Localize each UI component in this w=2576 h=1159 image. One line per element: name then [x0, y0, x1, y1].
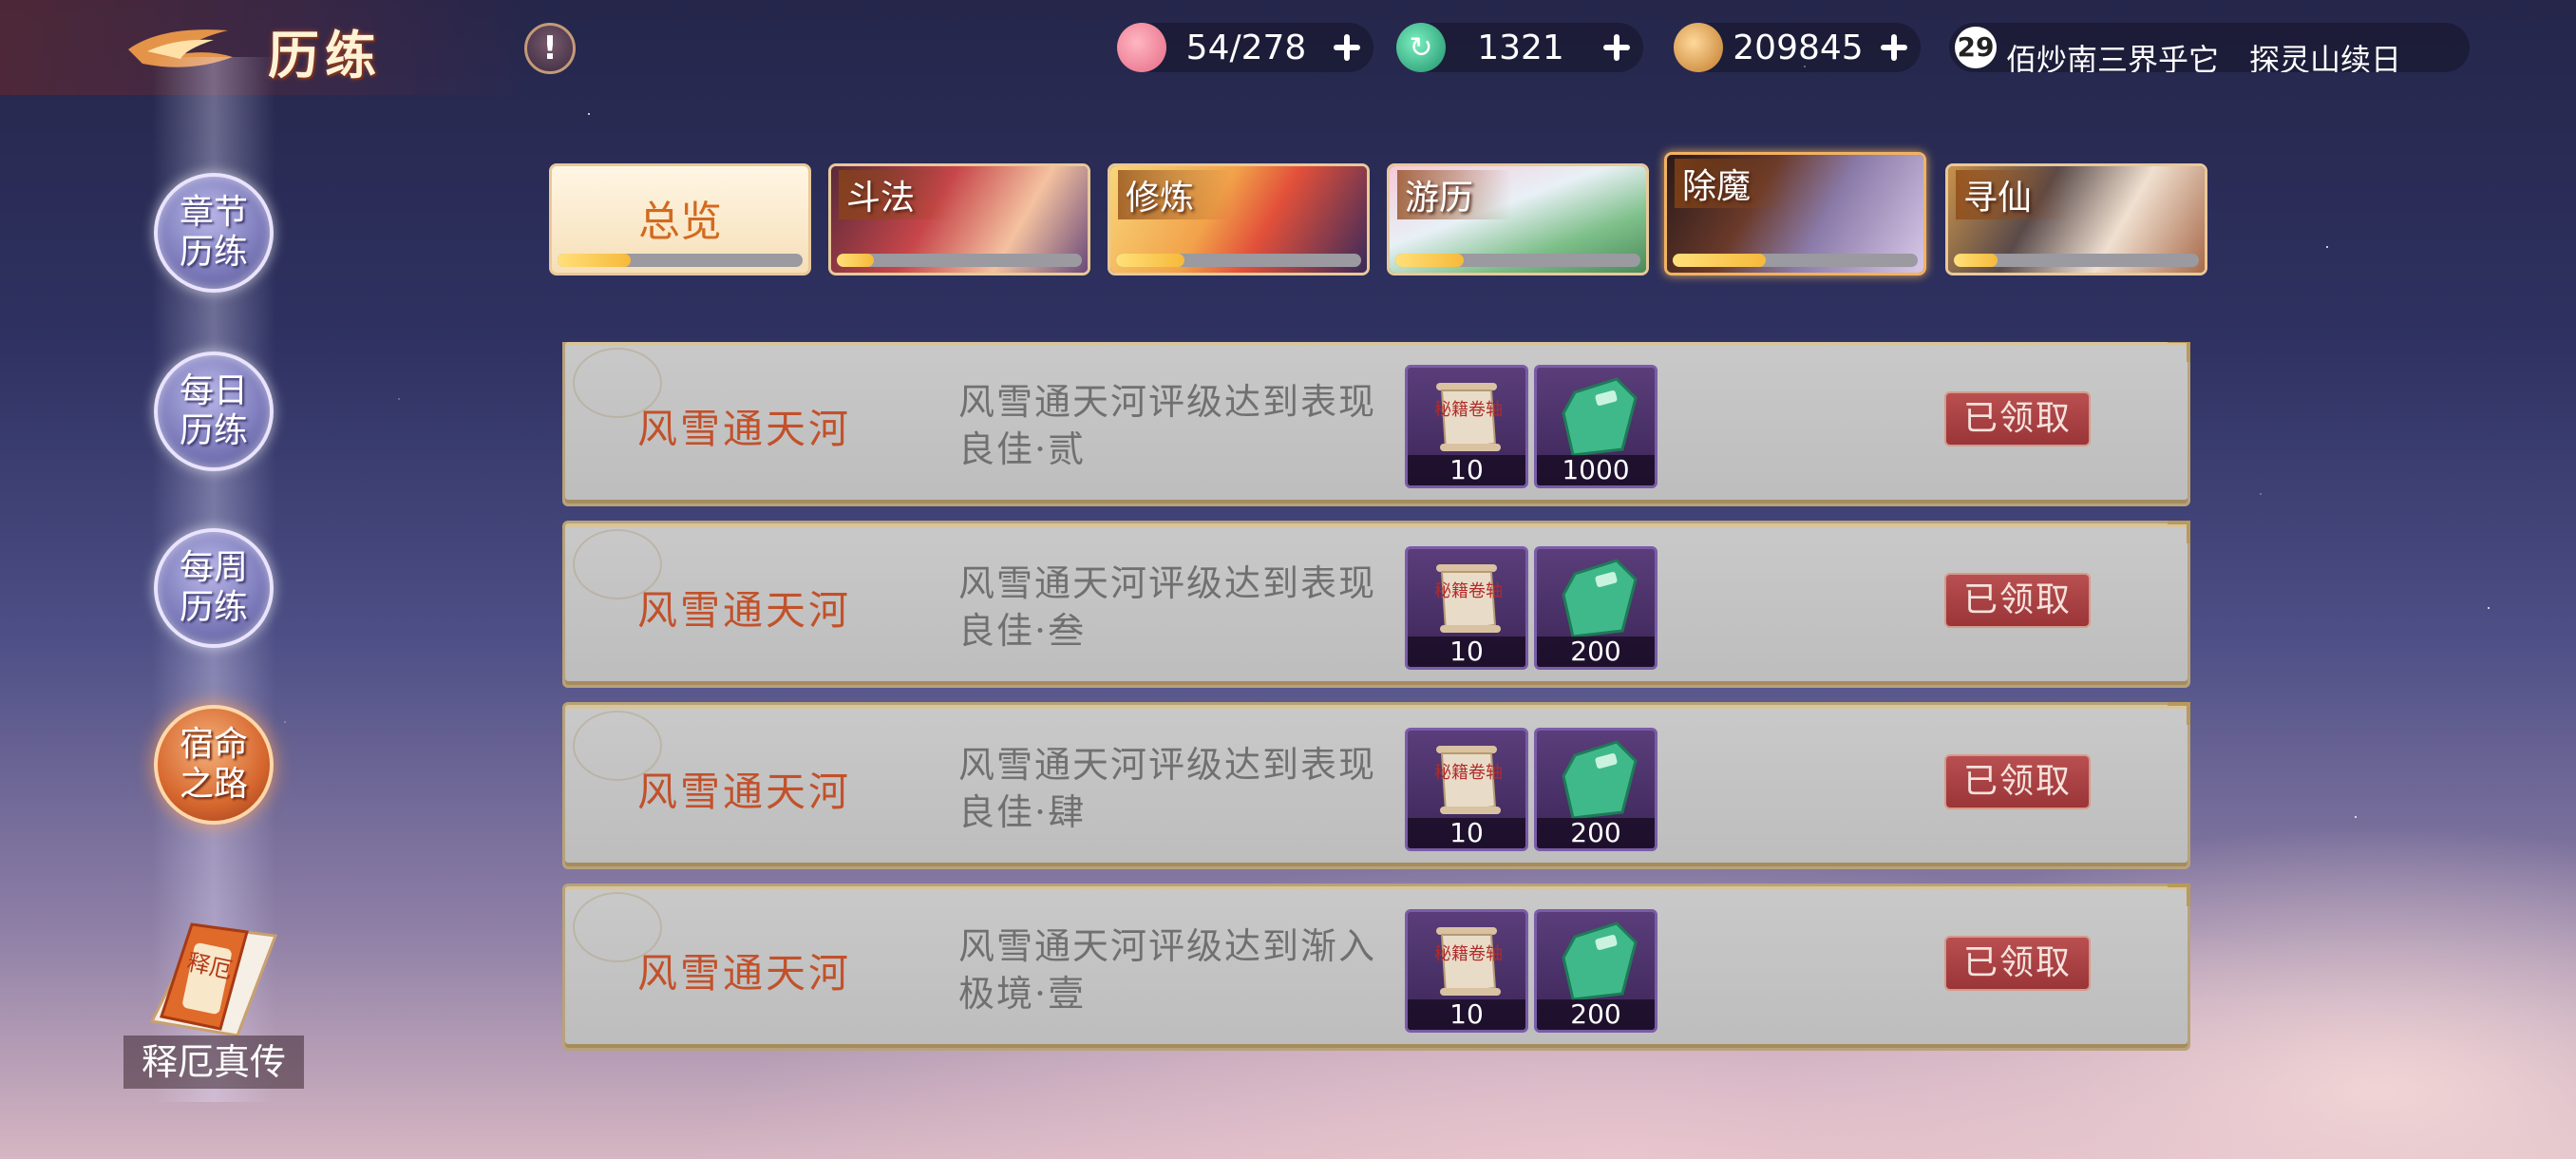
stamina-counter: 54/278	[1117, 23, 1373, 72]
task-row: 风雪通天河 风雪通天河评级达到表现良佳·叁 秘籍卷轴 10 200 已领取	[562, 521, 2190, 688]
tab-label: 修炼	[1118, 170, 1233, 219]
nav-destiny-road[interactable]: 宿命之路	[154, 705, 274, 825]
ticker-message: 佰炒南三界乎它 探灵山续日	[2006, 42, 2402, 72]
jade-token-icon	[1562, 559, 1638, 638]
claimed-button[interactable]: 已领取	[1944, 754, 2091, 809]
scroll-icon: 秘籍卷轴	[1434, 927, 1503, 996]
task-row: 风雪通天河 风雪通天河评级达到渐入极境·壹 秘籍卷轴 10 200 已领取	[562, 884, 2190, 1051]
jade-token-icon	[1562, 740, 1638, 820]
copper-coin-icon	[1674, 23, 1723, 72]
task-name: 风雪通天河	[637, 769, 852, 815]
tab-progress-fill	[1673, 254, 1767, 267]
nav-weekly-training[interactable]: 每周历练	[154, 528, 274, 648]
tab-progress-fill	[558, 254, 632, 267]
jade-swirl-icon: ↻	[1396, 23, 1446, 72]
tab-progress	[837, 254, 1082, 267]
task-row: 风雪通天河 风雪通天河评级达到表现良佳·肆 秘籍卷轴 10 200 已领取	[562, 702, 2190, 869]
nav-daily-training[interactable]: 每日历练	[154, 352, 274, 471]
tab-label: 除魔	[1675, 159, 1790, 208]
scroll-icon: 秘籍卷轴	[1434, 383, 1503, 451]
jade-token-icon	[1562, 922, 1638, 1001]
add-jade-button[interactable]	[1596, 27, 1638, 68]
nav-label: 章节历练	[179, 193, 248, 272]
info-button[interactable]: !	[524, 23, 576, 74]
tab-cultivate[interactable]: 修炼	[1108, 163, 1370, 276]
ticker-badge: 29	[1955, 27, 1997, 68]
tab-overview[interactable]: 总览	[549, 163, 811, 276]
tab-label: 总览	[638, 198, 722, 246]
add-coin-button[interactable]	[1873, 27, 1915, 68]
reward-token[interactable]: 200	[1534, 546, 1657, 670]
reward-count: 1000	[1537, 455, 1655, 485]
tab-progress-fill	[1954, 254, 1998, 267]
announcement-ticker[interactable]: 29 佰炒南三界乎它 探灵山续日	[1949, 23, 2470, 72]
page-title: 历练	[268, 25, 382, 86]
tab-label: 游历	[1397, 170, 1512, 219]
tab-progress	[558, 254, 803, 267]
jade-counter: ↻ 1321	[1396, 23, 1643, 72]
stamina-value: 54/278	[1185, 28, 1307, 67]
claimed-button[interactable]: 已领取	[1944, 573, 2091, 628]
tab-progress	[1954, 254, 2199, 267]
tab-label: 寻仙	[1956, 170, 2071, 219]
reward-count: 10	[1408, 999, 1525, 1030]
tab-progress-fill	[837, 254, 874, 267]
tab-seek-immortal[interactable]: 寻仙	[1945, 163, 2207, 276]
reward-token[interactable]: 1000	[1534, 365, 1657, 488]
scroll-icon: 秘籍卷轴	[1434, 746, 1503, 814]
tab-label: 斗法	[839, 170, 954, 219]
jade-token-icon	[1562, 377, 1638, 457]
scripture-label: 释厄真传	[123, 1036, 304, 1089]
reward-count: 200	[1537, 818, 1655, 848]
tab-progress	[1673, 254, 1918, 267]
task-name: 风雪通天河	[637, 406, 852, 452]
scroll-glyph: 秘籍卷轴	[1434, 944, 1503, 964]
reward-count: 10	[1408, 455, 1525, 485]
scripture-book-icon[interactable]: 释厄	[133, 907, 294, 1040]
scroll-glyph: 秘籍卷轴	[1434, 400, 1503, 420]
task-name: 风雪通天河	[637, 587, 852, 634]
reward-scroll[interactable]: 秘籍卷轴 10	[1405, 365, 1528, 488]
scroll-icon: 秘籍卷轴	[1434, 564, 1503, 633]
scroll-glyph: 秘籍卷轴	[1434, 763, 1503, 783]
nav-label: 宿命之路	[179, 725, 248, 804]
reward-count: 10	[1408, 636, 1525, 667]
coin-value: 209845	[1733, 28, 1864, 67]
reward-scroll[interactable]: 秘籍卷轴 10	[1405, 546, 1528, 670]
task-list[interactable]: 10 1000 风雪通天河 风雪通天河评级达到表现良佳·贰 秘籍卷轴 10 1000 已领…	[562, 342, 2190, 1112]
tab-progress	[1395, 254, 1640, 267]
tab-duel[interactable]: 斗法	[828, 163, 1090, 276]
scroll-glyph: 秘籍卷轴	[1434, 581, 1503, 601]
reward-token[interactable]: 200	[1534, 909, 1657, 1033]
tab-travel[interactable]: 游历	[1387, 163, 1649, 276]
nav-label: 每周历练	[179, 548, 248, 627]
tab-demon-slaying[interactable]: 除魔	[1664, 152, 1926, 276]
reward-count: 200	[1537, 636, 1655, 667]
reward-scroll[interactable]: 秘籍卷轴 10	[1405, 909, 1528, 1033]
task-description: 风雪通天河评级达到渐入极境·壹	[958, 925, 1377, 1015]
add-stamina-button[interactable]	[1326, 27, 1368, 68]
task-row: 风雪通天河 风雪通天河评级达到表现良佳·贰 秘籍卷轴 10 1000 已领取	[562, 342, 2190, 506]
task-description: 风雪通天河评级达到表现良佳·贰	[958, 381, 1377, 470]
reward-count: 10	[1408, 818, 1525, 848]
task-name: 风雪通天河	[637, 950, 852, 997]
task-description: 风雪通天河评级达到表现良佳·叁	[958, 562, 1377, 652]
reward-token[interactable]: 200	[1534, 728, 1657, 851]
claimed-button[interactable]: 已领取	[1944, 936, 2091, 991]
jade-value: 1321	[1477, 28, 1564, 67]
tab-progress-fill	[1116, 254, 1185, 267]
coin-counter: 209845	[1674, 23, 1921, 72]
task-description: 风雪通天河评级达到表现良佳·肆	[958, 744, 1377, 833]
tab-progress-fill	[1395, 254, 1465, 267]
nav-chapter-training[interactable]: 章节历练	[154, 173, 274, 293]
peach-icon	[1117, 23, 1166, 72]
reward-count: 200	[1537, 999, 1655, 1030]
reward-scroll[interactable]: 秘籍卷轴 10	[1405, 728, 1528, 851]
tab-progress	[1116, 254, 1361, 267]
nav-label: 每日历练	[179, 371, 248, 450]
claimed-button[interactable]: 已领取	[1944, 391, 2091, 446]
